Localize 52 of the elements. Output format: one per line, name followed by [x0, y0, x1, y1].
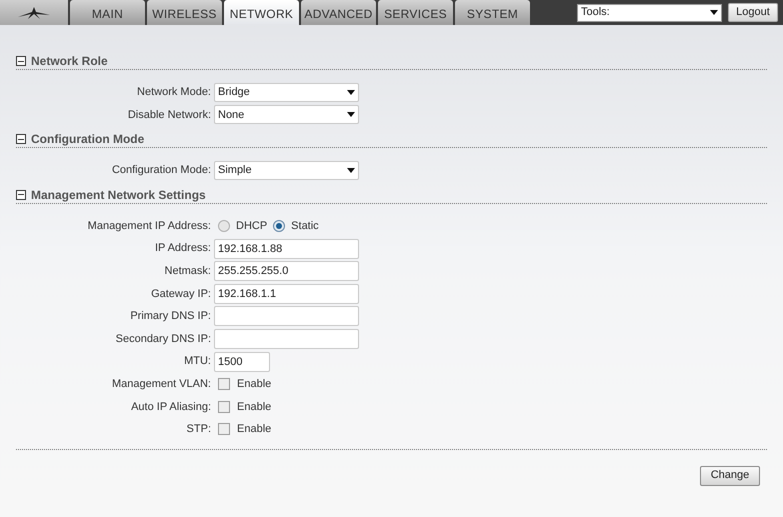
caret-icon: [347, 90, 355, 95]
select-field[interactable]: None: [214, 105, 359, 124]
field-label: Gateway IP:: [150, 286, 212, 302]
field-label: Auto IP Aliasing:: [130, 400, 212, 415]
change-button[interactable]: Change: [700, 466, 760, 486]
nav-tab[interactable]: ADVANCED: [301, 0, 376, 25]
select-field[interactable]: Bridge: [214, 82, 359, 102]
logo-icon: [16, 6, 52, 20]
collapse-icon[interactable]: [16, 190, 26, 200]
radio-button[interactable]: [218, 220, 230, 232]
input-field[interactable]: [214, 329, 359, 350]
radio-button[interactable]: [273, 220, 286, 232]
nav-tab[interactable]: NETWORK: [224, 0, 299, 25]
field-label: MTU:: [183, 354, 212, 370]
logout-button[interactable]: Logout: [728, 3, 778, 22]
nav-tab[interactable]: SERVICES: [378, 0, 453, 25]
checkbox-label: Enable: [237, 376, 272, 392]
section-title: Configuration Mode: [31, 131, 144, 148]
radio-label: DHCP: [236, 218, 268, 234]
input-field[interactable]: 192.168.1.1: [214, 284, 359, 304]
section-title: Network Role: [31, 53, 108, 70]
field-label: Disable Network:: [126, 108, 212, 123]
caret-icon: [710, 10, 718, 15]
input-field[interactable]: 255.255.255.0: [214, 261, 359, 282]
nav-tab[interactable]: WIRELESS: [147, 0, 222, 25]
caret-icon: [347, 112, 355, 118]
field-label: Secondary DNS IP:: [114, 332, 212, 347]
input-field[interactable]: 1500: [214, 352, 270, 372]
field-label: Management VLAN:: [110, 376, 212, 392]
caret-icon: [347, 168, 355, 173]
field-label: Configuration Mode:: [110, 163, 212, 178]
checkbox[interactable]: [218, 423, 230, 436]
checkbox[interactable]: [218, 378, 230, 390]
nav-tab[interactable]: MAIN: [70, 0, 145, 25]
field-label: Primary DNS IP:: [129, 309, 212, 324]
field-label: Network Mode:: [136, 85, 212, 100]
collapse-icon[interactable]: [16, 56, 26, 66]
select-field[interactable]: Simple: [214, 160, 359, 180]
checkbox-label: Enable: [237, 422, 272, 438]
tools-select[interactable]: Tools:: [577, 4, 722, 22]
field-label: Netmask:: [164, 264, 212, 280]
radio-label: Static: [291, 218, 319, 234]
nav-tab[interactable]: SYSTEM: [455, 0, 530, 25]
collapse-icon[interactable]: [16, 134, 26, 144]
checkbox-label: Enable: [237, 400, 272, 415]
checkbox[interactable]: [218, 400, 230, 413]
input-field[interactable]: 192.168.1.88: [214, 238, 359, 259]
field-label: STP:: [186, 422, 212, 438]
field-label: IP Address:: [154, 241, 212, 256]
input-field[interactable]: [214, 306, 359, 326]
field-label: Management IP Address:: [86, 218, 212, 234]
section-title: Management Network Settings: [31, 186, 206, 204]
